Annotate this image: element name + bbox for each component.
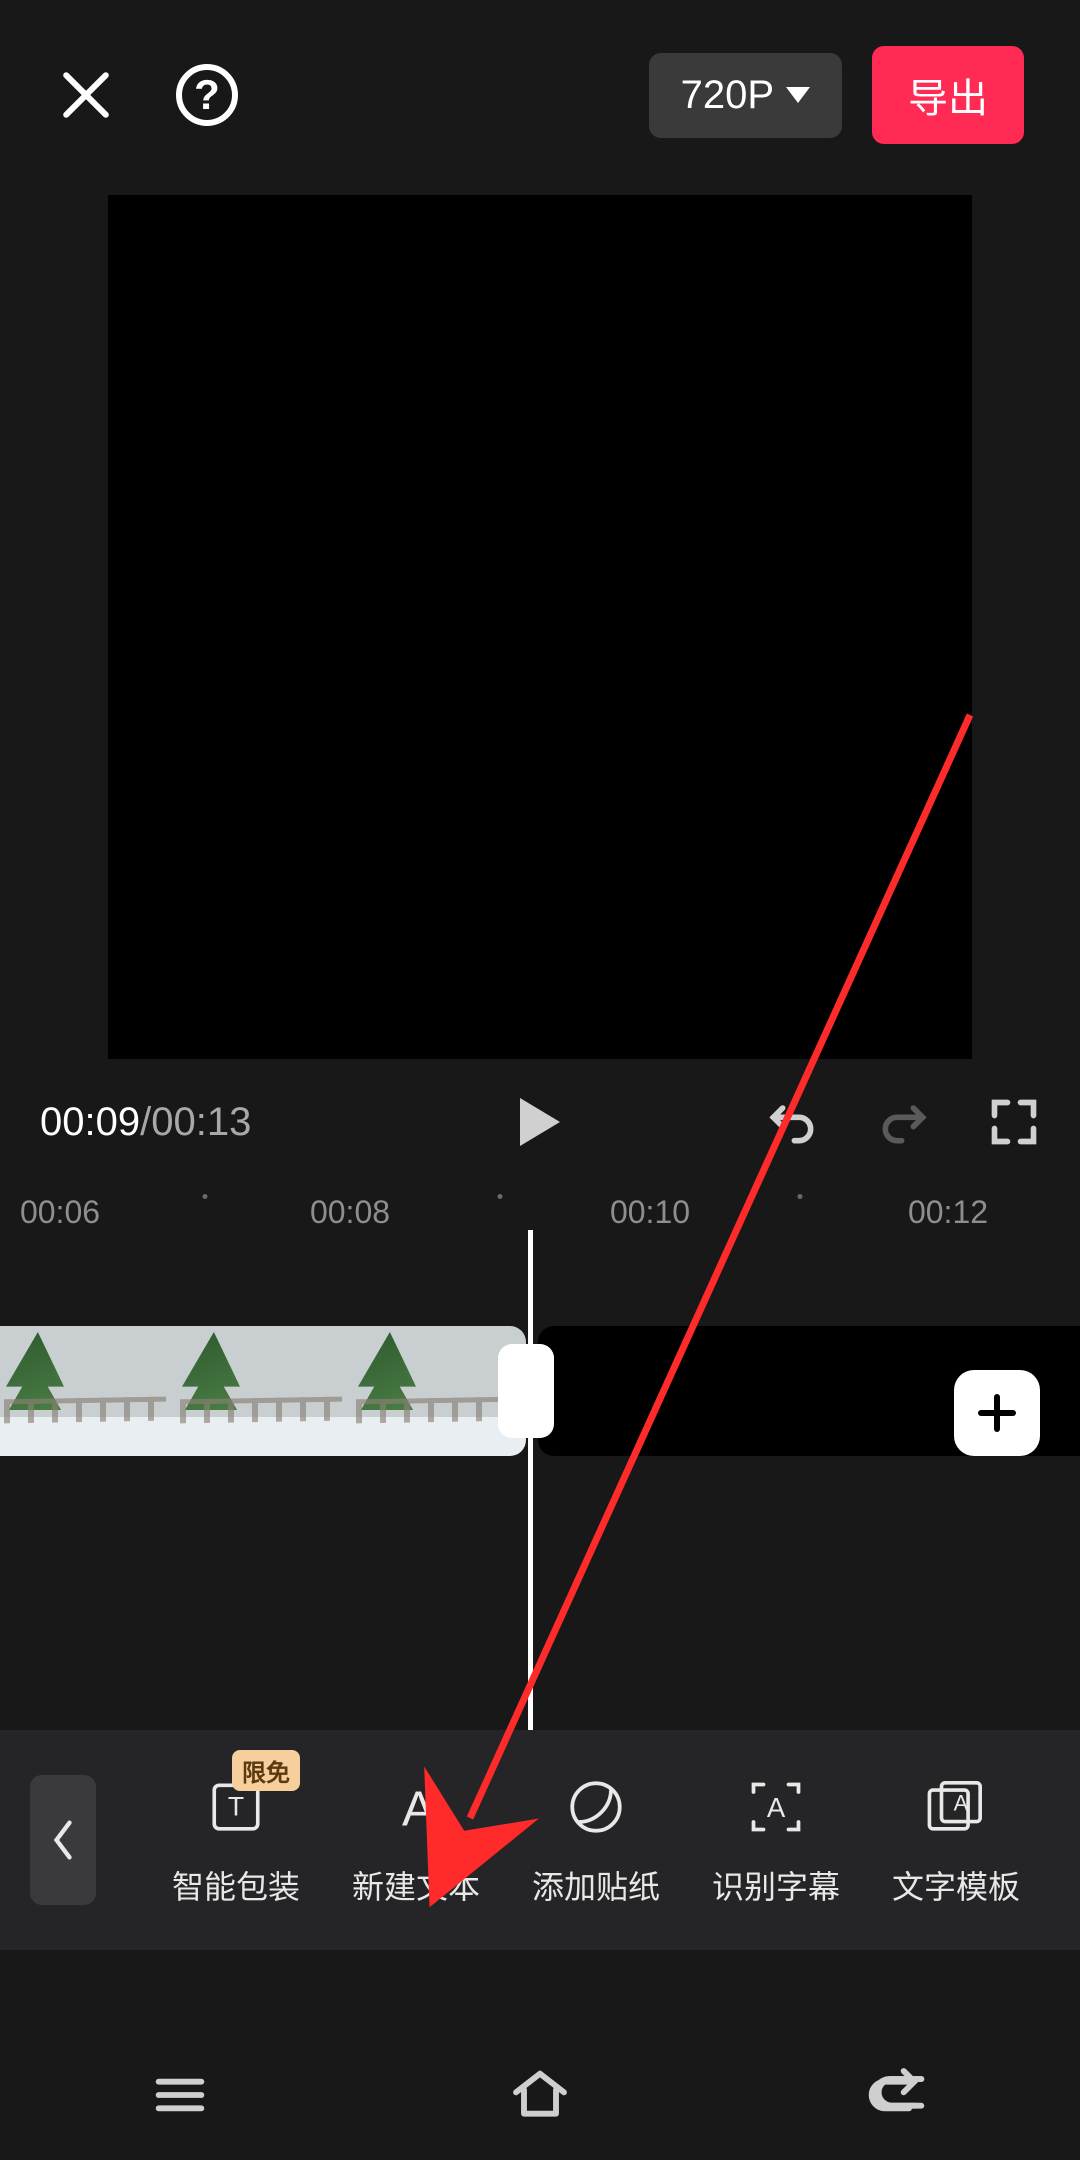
- top-right-group: 720P 导出: [649, 46, 1024, 144]
- clip-thumbnail: [0, 1326, 176, 1456]
- tool-label: 智能包装: [172, 1862, 300, 1908]
- undo-button[interactable]: [764, 1094, 820, 1150]
- toolbar-items: 限免 T 智能包装 A+ 新建文本 添加贴纸 A 识别字幕: [96, 1772, 1080, 1908]
- new-text-icon: A+: [381, 1772, 451, 1842]
- ruler-dot-icon: [798, 1194, 803, 1199]
- ruler-dot-icon: [203, 1194, 208, 1199]
- time-separator: /: [140, 1100, 151, 1145]
- playhead[interactable]: [528, 1230, 533, 1810]
- resolution-button[interactable]: 720P: [649, 53, 842, 138]
- tool-label: 文字模板: [892, 1862, 1020, 1908]
- svg-text:T: T: [228, 1791, 244, 1821]
- timeline-ruler[interactable]: 00:06 00:08 00:10 00:12: [0, 1184, 1080, 1234]
- caption-recognize-icon: A: [741, 1772, 811, 1842]
- toolbar-back-button[interactable]: [30, 1775, 96, 1905]
- chevron-left-icon: [50, 1818, 76, 1862]
- tool-text-template[interactable]: A 文字模板: [866, 1772, 1046, 1908]
- fullscreen-button[interactable]: [988, 1096, 1040, 1148]
- svg-text:A: A: [767, 1792, 786, 1823]
- timeline-track[interactable]: [0, 1298, 1080, 1508]
- add-clip-button[interactable]: [954, 1370, 1040, 1456]
- nav-back-button[interactable]: [861, 2063, 925, 2127]
- playback-bar: 00:09 / 00:13: [0, 1080, 1080, 1164]
- svg-text:A: A: [954, 1791, 969, 1816]
- svg-text:A: A: [402, 1783, 435, 1835]
- plus-icon: [973, 1389, 1021, 1437]
- bottom-toolbar: 限免 T 智能包装 A+ 新建文本 添加贴纸 A 识别字幕: [0, 1730, 1080, 1950]
- ruler-tick: 00:10: [610, 1194, 690, 1231]
- clip-thumbnail: [176, 1326, 352, 1456]
- transition-handle[interactable]: [498, 1344, 554, 1438]
- video-preview[interactable]: [108, 195, 972, 1059]
- svg-text:+: +: [432, 1795, 451, 1834]
- tool-label: 识别字幕: [712, 1862, 840, 1908]
- text-template-icon: A: [921, 1772, 991, 1842]
- play-button[interactable]: [520, 1098, 560, 1146]
- redo-button[interactable]: [876, 1094, 932, 1150]
- close-button[interactable]: [56, 65, 116, 125]
- resolution-label: 720P: [681, 73, 774, 118]
- ruler-tick: 00:06: [20, 1194, 100, 1231]
- tool-label: 新建文本: [352, 1862, 480, 1908]
- ruler-tick: 00:08: [310, 1194, 390, 1231]
- tool-label: 添加贴纸: [532, 1862, 660, 1908]
- nav-menu-button[interactable]: [148, 2063, 212, 2127]
- help-button[interactable]: ?: [176, 64, 238, 126]
- top-bar: ? 720P 导出: [0, 0, 1080, 190]
- play-icon: [520, 1098, 560, 1146]
- current-time: 00:09: [40, 1100, 140, 1145]
- sticker-icon: [561, 1772, 631, 1842]
- chevron-down-icon: [786, 87, 810, 103]
- tool-new-text[interactable]: A+ 新建文本: [326, 1772, 506, 1908]
- tool-recognize-caption[interactable]: A 识别字幕: [686, 1772, 866, 1908]
- video-clip[interactable]: [0, 1326, 526, 1456]
- tool-add-sticker[interactable]: 添加贴纸: [506, 1772, 686, 1908]
- playback-right-controls: [764, 1094, 1040, 1150]
- badge-free: 限免: [232, 1750, 300, 1791]
- ruler-dot-icon: [498, 1194, 503, 1199]
- tool-smart-package[interactable]: 限免 T 智能包装: [146, 1772, 326, 1908]
- ruler-tick: 00:12: [908, 1194, 988, 1231]
- total-time: 00:13: [151, 1100, 251, 1145]
- export-button[interactable]: 导出: [872, 46, 1024, 144]
- nav-home-button[interactable]: [508, 2063, 572, 2127]
